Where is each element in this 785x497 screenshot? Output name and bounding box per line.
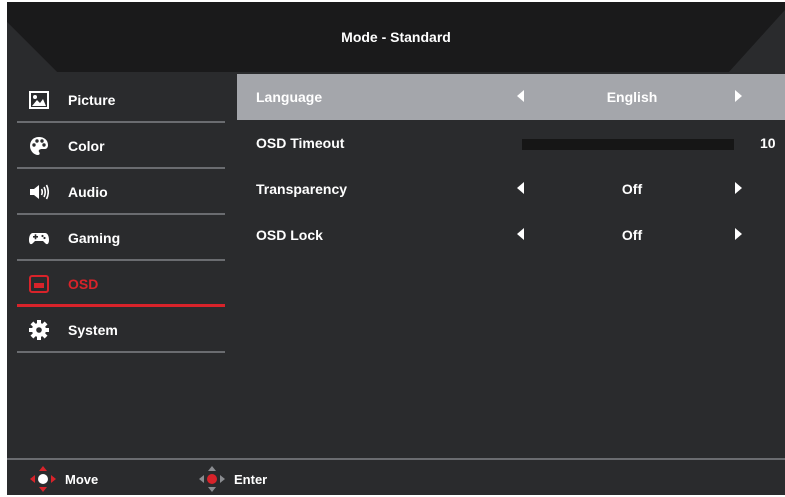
setting-value: Off [621,227,643,243]
osd-panel: Mode - Standard Picture Color Audio Gami… [7,2,785,495]
setting-value: Off [621,181,643,197]
sidebar-item-audio[interactable]: Audio [17,169,225,215]
arrow-right-icon[interactable] [735,90,742,102]
sidebar-item-system[interactable]: System [17,307,225,353]
setting-osd-lock[interactable]: OSD Lock Off [237,212,785,258]
gamepad-icon [29,233,49,245]
setting-value: English [606,89,658,105]
sidebar-item-picture[interactable]: Picture [17,77,225,123]
sidebar-item-gaming[interactable]: Gaming [17,215,225,261]
sidebar-item-label: OSD [68,276,99,292]
setting-label: Transparency [256,181,348,197]
speaker-icon [30,184,49,200]
sidebar-item-osd[interactable]: OSD [17,261,225,307]
arrow-left-icon[interactable] [517,90,524,102]
setting-value: 10 [760,135,776,151]
setting-transparency[interactable]: Transparency Off [237,166,785,212]
timeout-slider[interactable] [522,139,734,150]
sidebar-item-label: Color [68,138,105,154]
sidebar-item-label: Gaming [68,230,121,246]
arrow-left-icon[interactable] [517,228,524,240]
sidebar-item-label: Picture [68,92,116,108]
sidebar-item-color[interactable]: Color [17,123,225,169]
setting-label: OSD Lock [256,227,323,243]
sidebar-item-label: Audio [68,184,108,200]
setting-language[interactable]: Language English [237,74,785,120]
dpad-move-icon [30,466,56,492]
sidebar-item-label: System [68,322,118,338]
dpad-enter-icon [199,466,225,492]
palette-icon [30,137,48,155]
footer-divider [7,458,785,460]
divider [17,351,225,353]
slider-fill [522,139,734,150]
picture-icon [29,91,49,109]
footer-move-label: Move [65,472,99,487]
setting-label: OSD Timeout [256,135,345,151]
arrow-right-icon[interactable] [735,182,742,194]
arrow-right-icon[interactable] [735,228,742,240]
setting-label: Language [256,89,323,105]
arrow-left-icon[interactable] [517,182,524,194]
osd-icon [29,275,49,293]
footer-enter-label: Enter [234,472,268,487]
page-title: Mode - Standard [341,29,451,45]
setting-osd-timeout[interactable]: OSD Timeout 10 [237,120,785,166]
gear-icon [29,320,49,340]
